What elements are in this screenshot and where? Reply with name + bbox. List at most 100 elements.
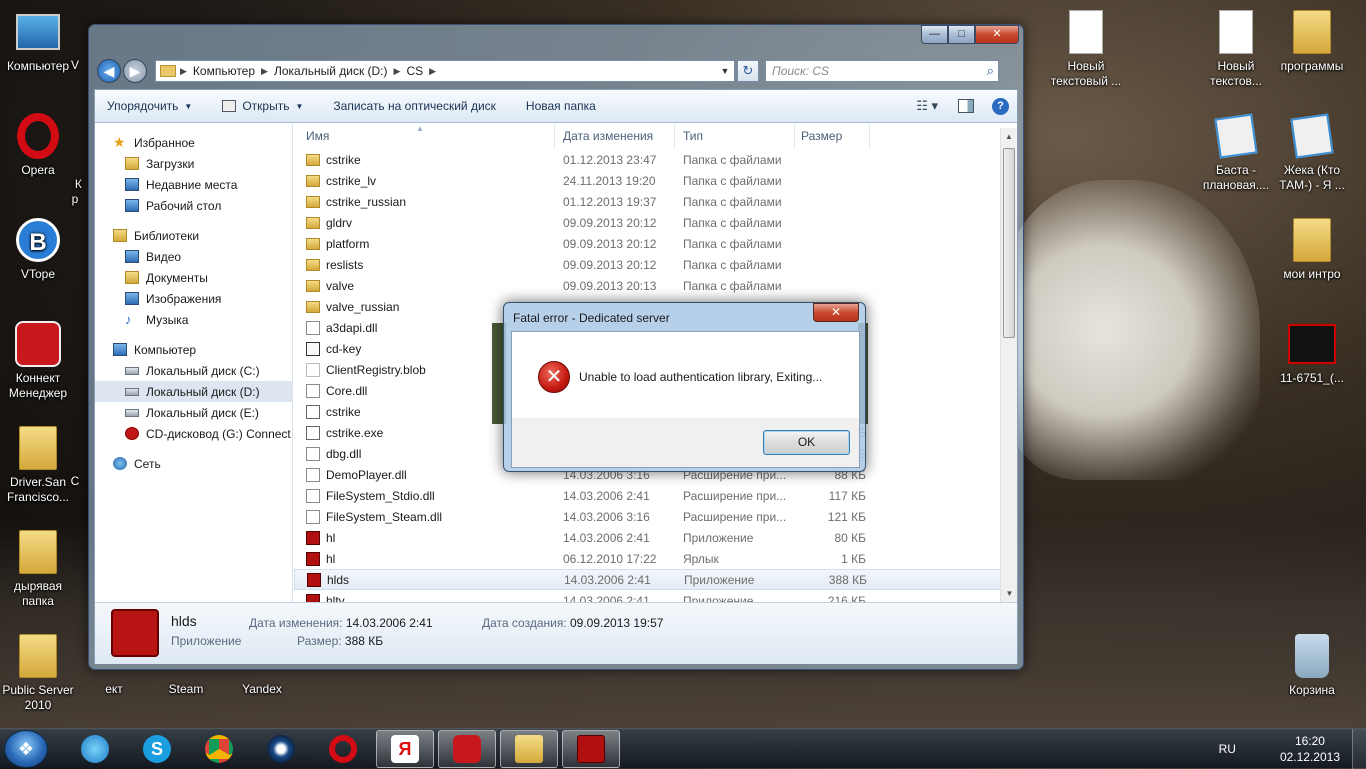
vertical-scrollbar[interactable]: ▲ ▼ [1000, 128, 1017, 602]
preview-pane-icon[interactable] [958, 99, 974, 113]
open-button[interactable]: Открыть ▼ [222, 99, 303, 113]
nav-documents[interactable]: Документы [95, 267, 292, 288]
taskbar-explorer[interactable] [500, 729, 558, 768]
desktop-icon-public-server[interactable]: Public Server 2010 [0, 632, 76, 713]
file-row[interactable]: platform 09.09.2013 20:12 Папка с файлами [294, 233, 1002, 254]
file-row[interactable]: gldrv 09.09.2013 20:12 Папка с файлами [294, 212, 1002, 233]
system-tray: RU 16:20 02.12.2013 [1219, 728, 1366, 769]
file-row[interactable]: cstrike_russian 01.12.2013 19:37 Папка с ф… [294, 191, 1002, 212]
file-date-cell: 14.03.2006 2:41 [563, 488, 650, 503]
desktop-icon-video-file[interactable]: 11-6751_(... [1274, 320, 1350, 386]
nav-drive-e[interactable]: Локальный диск (E:) [95, 402, 292, 423]
taskbar-skype[interactable]: S [128, 730, 186, 768]
breadcrumb-computer[interactable]: Компьютер [193, 64, 255, 78]
refresh-button[interactable]: ↻ [737, 60, 759, 82]
nav-drive-d[interactable]: Локальный диск (D:) [95, 381, 292, 402]
file-row[interactable]: reslists 09.09.2013 20:12 Папка с файлами [294, 254, 1002, 275]
desktop-icon-zheka[interactable]: Жека (Кто ТАМ-) - Я ... [1274, 112, 1350, 193]
desktop-icon-basta[interactable]: Баста - плановая.... [1198, 112, 1274, 193]
taskbar-connect-manager[interactable] [438, 729, 496, 768]
taskbar-hlds[interactable] [562, 729, 620, 768]
file-row[interactable]: hl 06.12.2010 17:22 Ярлык 1 КБ [294, 548, 1002, 569]
file-row[interactable]: hlds 14.03.2006 2:41 Приложение 388 КБ [294, 569, 1002, 590]
taskbar-chrome[interactable] [190, 730, 248, 768]
media-player-icon [267, 734, 295, 763]
nav-downloads[interactable]: Загрузки [95, 153, 292, 174]
nav-favorites[interactable]: ★ Избранное [95, 132, 292, 153]
back-button[interactable]: ◀ [97, 59, 121, 83]
file-row[interactable]: cstrike_lv 24.11.2013 19:20 Папка с файлам… [294, 170, 1002, 191]
file-row[interactable]: hltv 14.03.2006 2:41 Приложение 216 КБ [294, 590, 1002, 602]
desktop-icon-partial-k[interactable]: К р [62, 162, 88, 207]
help-icon[interactable]: ? [992, 97, 1009, 115]
desktop-icon-connect-manager[interactable]: Коннект Менеджер [0, 320, 76, 401]
nav-images[interactable]: Изображения [95, 288, 292, 309]
file-row[interactable]: FileSystem_Stdio.dll 14.03.2006 2:41 Расши… [294, 485, 1002, 506]
cd-drive-icon [125, 427, 139, 440]
desktop-icon-text-file-2[interactable]: Новый текстов... [1198, 8, 1274, 89]
organize-button[interactable]: Упорядочить ▼ [107, 99, 192, 113]
chevron-down-icon[interactable]: ▼ [716, 66, 734, 76]
taskbar: ❖ S Я RU 16:20 02.12.2013 [0, 728, 1366, 769]
column-name[interactable]: ▲ Имя [294, 124, 555, 149]
scroll-up-button[interactable]: ▲ [1001, 128, 1017, 145]
burn-disc-button[interactable]: Записать на оптический диск [333, 99, 496, 113]
show-desktop-button[interactable] [1352, 728, 1366, 769]
nav-network[interactable]: Сеть [95, 453, 292, 474]
nav-drive-c[interactable]: Локальный диск (C:) [95, 360, 292, 381]
scroll-thumb[interactable] [1003, 148, 1015, 338]
desktop-icon-text-file-1[interactable]: Новый текстовый ... [1048, 8, 1124, 89]
nav-computer[interactable]: Компьютер [95, 339, 292, 360]
desktop-icon-recycle-bin[interactable]: Корзина [1274, 632, 1350, 698]
taskbar-ie[interactable] [66, 730, 124, 768]
nav-cd-drive[interactable]: CD-дисковод (G:) Connect [95, 423, 292, 444]
maximize-button[interactable]: □ [948, 25, 975, 44]
desktop-icon-holey-folder[interactable]: дырявая папка [0, 528, 76, 609]
scroll-down-button[interactable]: ▼ [1001, 585, 1018, 602]
details-modified: Дата изменения: 14.03.2006 2:41 [249, 616, 433, 630]
ok-button[interactable]: OK [763, 430, 850, 455]
nav-desktop[interactable]: Рабочий стол [95, 195, 292, 216]
start-button[interactable]: ❖ [4, 729, 48, 768]
language-indicator[interactable]: RU [1219, 742, 1236, 756]
taskbar-yandex[interactable]: Я [376, 729, 434, 768]
desktop-icon-driver[interactable]: Driver.San Francisco... [0, 424, 76, 505]
desktop-icon-my-intros[interactable]: мои интро [1274, 216, 1350, 282]
column-size[interactable]: Размер [795, 124, 870, 149]
nav-music[interactable]: ♪ Музыка [95, 309, 292, 330]
breadcrumb-cs[interactable]: CS [406, 64, 423, 78]
desktop-icon-programs[interactable]: программы [1274, 8, 1350, 74]
minimize-button[interactable]: — [921, 25, 948, 44]
halflife-icon [306, 551, 320, 566]
column-date[interactable]: Дата изменения [555, 124, 675, 149]
file-row[interactable]: valve 09.09.2013 20:13 Папка с файлами [294, 275, 1002, 296]
file-row[interactable]: hl 14.03.2006 2:41 Приложение 80 КБ [294, 527, 1002, 548]
file-date-cell: 09.09.2013 20:12 [563, 236, 657, 251]
desktop-icon-partial-ekt[interactable]: ект [76, 682, 152, 697]
search-input[interactable]: Поиск: CS ⌕ [765, 60, 999, 82]
desktop-icon-steam[interactable]: Steam [148, 682, 224, 697]
dialog-close-button[interactable]: ✕ [813, 303, 859, 322]
file-type-cell: Папка с файлами [683, 215, 782, 230]
nav-libraries[interactable]: Библиотеки [95, 225, 292, 246]
file-date-cell: 14.03.2006 2:41 [563, 593, 650, 603]
close-button[interactable]: ✕ [975, 25, 1019, 44]
taskbar-media-player[interactable] [252, 730, 310, 768]
taskbar-opera[interactable] [314, 730, 372, 768]
desktop-icon-partial-c[interactable]: С [62, 474, 88, 489]
nav-recent-places[interactable]: Недавние места [95, 174, 292, 195]
breadcrumb-drive-d[interactable]: Локальный диск (D:) [274, 64, 388, 78]
file-row[interactable]: cstrike 01.12.2013 23:47 Папка с файлами [294, 149, 1002, 170]
desktop-icon-vtope[interactable]: B VTope [0, 216, 76, 282]
application-icon [222, 100, 237, 112]
file-row[interactable]: FileSystem_Steam.dll 14.03.2006 3:16 Расши… [294, 506, 1002, 527]
view-options-icon[interactable]: ☷ ▾ [916, 98, 938, 114]
address-bar[interactable]: ▶ Компьютер ▶ Локальный диск (D:) ▶ CS ▶… [155, 60, 735, 82]
column-type[interactable]: Тип [675, 124, 795, 149]
new-folder-button[interactable]: Новая папка [526, 99, 596, 113]
clock[interactable]: 16:20 02.12.2013 [1280, 733, 1340, 765]
desktop-icon-yandex[interactable]: Yandex [224, 682, 300, 697]
forward-button[interactable]: ▶ [123, 59, 147, 83]
desktop-icon-partial-v[interactable]: V [62, 58, 88, 73]
nav-video[interactable]: Видео [95, 246, 292, 267]
